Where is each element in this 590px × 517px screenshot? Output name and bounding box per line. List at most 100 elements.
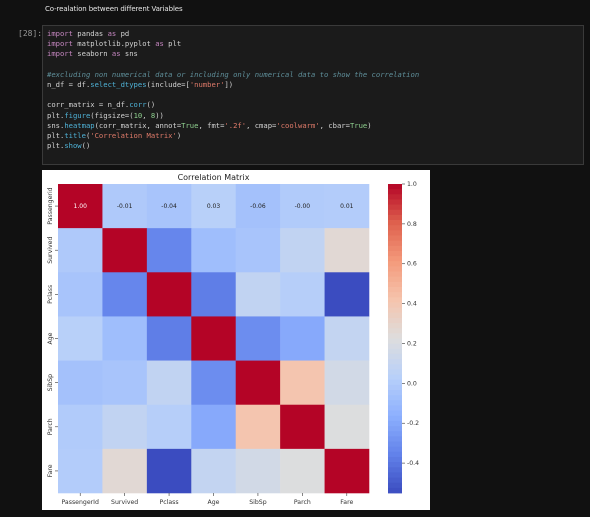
heatmap-cell xyxy=(146,316,192,361)
code-token: , fmt= xyxy=(198,120,225,130)
heatmap-cell xyxy=(102,448,148,494)
colorbar-segment xyxy=(388,395,402,401)
colorbar-segment xyxy=(388,328,402,334)
code-token: import xyxy=(47,39,73,49)
code-token: matplotlib.pyplot xyxy=(72,39,156,49)
y-tick-label: Passengerid xyxy=(47,187,54,224)
colorbar-tick-label: 0.8 xyxy=(407,221,417,228)
colorbar-segment xyxy=(388,199,402,205)
heatmap-cell xyxy=(280,228,325,273)
code-token: as xyxy=(155,39,164,49)
colorbar-segment xyxy=(388,390,402,396)
code-line: plt.title('Correlation Matrix') xyxy=(47,131,181,140)
heatmap-cell xyxy=(191,272,237,317)
code-token: plt. xyxy=(47,131,65,141)
x-tick-label: Parch xyxy=(294,499,311,506)
colorbar-segment xyxy=(388,343,402,350)
heatmap-cell xyxy=(191,404,237,450)
code-token: () xyxy=(81,141,91,151)
colorbar-segment xyxy=(388,307,402,314)
colorbar-segment xyxy=(388,194,402,200)
heatmap-cell xyxy=(235,448,281,494)
code-token: ]) xyxy=(224,80,234,90)
colorbar-segment xyxy=(388,415,402,422)
code-token: )) xyxy=(155,110,164,120)
colorbar-tick-label: 0.2 xyxy=(407,340,417,347)
code-token: as xyxy=(107,29,117,38)
heatmap-cell xyxy=(280,272,325,317)
code-token: 'coolwarm' xyxy=(276,120,320,130)
code-token: 10 xyxy=(133,110,143,120)
heatmap-cell xyxy=(280,448,325,494)
heatmap-cell xyxy=(58,272,103,317)
colorbar-segment xyxy=(388,487,402,494)
colorbar-segment xyxy=(388,271,402,278)
x-tick-label: Age xyxy=(208,499,220,506)
code-token: 'Correlation Matrix' xyxy=(90,131,177,141)
colorbar-segment xyxy=(388,441,402,448)
y-tick-label: Age xyxy=(47,332,54,344)
heatmap-cell xyxy=(324,404,370,450)
code-line: import matplotlib.pyplot as plt xyxy=(47,39,181,48)
x-tick-label: PassengerId xyxy=(61,499,99,506)
colorbar-segment xyxy=(388,209,402,216)
heatmap-cell xyxy=(146,360,192,406)
code-line: n_df = df.select_dtypes(include=['number… xyxy=(47,80,233,89)
code-token: figure xyxy=(64,110,91,120)
heatmap-cell xyxy=(58,404,103,450)
colorbar-segment xyxy=(388,204,402,211)
colorbar-tick-label: -0.4 xyxy=(407,460,419,467)
chart-title: Correlation Matrix xyxy=(178,173,250,182)
heatmap-cell xyxy=(191,448,237,494)
colorbar-segment xyxy=(388,364,402,370)
correlation-heatmap-figure: Correlation Matrix 1.00 -0.01 -0.04 0.03 -0.0… xyxy=(42,170,430,510)
heatmap-cell xyxy=(58,360,103,406)
code-token: pd xyxy=(116,29,130,38)
code-token: n_df = df. xyxy=(47,80,91,90)
code-cell[interactable]: import pandas as pd import matplotlib.py… xyxy=(42,25,584,165)
heatmap-cell xyxy=(235,316,281,361)
code-token: () xyxy=(146,100,156,110)
heatmap-cell xyxy=(280,360,325,406)
code-token: corr_matrix = n_df. xyxy=(47,100,130,110)
colorbar-segment xyxy=(388,297,402,303)
code-token: plt. xyxy=(47,141,65,151)
y-tick-label: Survived xyxy=(47,237,54,264)
heatmap-cell xyxy=(324,360,370,406)
colorbar-segment xyxy=(388,256,402,262)
colorbar-segment xyxy=(388,214,402,221)
code-line: sns.heatmap(corr_matrix, annot=True, fmt… xyxy=(47,121,372,130)
heatmap-cell xyxy=(146,448,192,494)
heatmap-cell xyxy=(280,316,325,361)
code-token: , xyxy=(142,110,151,120)
code-line: plt.show() xyxy=(47,141,90,150)
cell-annotation: 0.01 xyxy=(340,203,354,210)
colorbar-segment xyxy=(388,420,402,427)
colorbar-segment xyxy=(388,384,402,391)
code-token: , cbar= xyxy=(319,120,350,130)
code-token: heatmap xyxy=(64,120,95,130)
colorbar-segment xyxy=(388,482,402,489)
code-token: corr xyxy=(129,100,147,110)
code-token: (figsize=( xyxy=(90,110,134,120)
cell-prompt: [28]: xyxy=(18,29,43,38)
code-token: plt. xyxy=(47,110,65,120)
x-tick-label: Pclass xyxy=(160,499,179,506)
colorbar-segment xyxy=(388,431,402,437)
colorbar-segment xyxy=(388,302,402,308)
heatmap-cell xyxy=(102,316,148,361)
colorbar-segment xyxy=(388,374,402,381)
heatmap-cell xyxy=(324,228,370,273)
heatmap-cell xyxy=(280,404,325,450)
heatmap-cell xyxy=(102,404,148,450)
section-heading: Co-realation between different Variables xyxy=(45,5,183,13)
colorbar-segment xyxy=(388,359,402,365)
x-tick-label: Survived xyxy=(111,499,138,506)
colorbar-tick-label: 1.0 xyxy=(407,181,417,188)
colorbar-segment xyxy=(388,353,402,360)
heatmap-cell xyxy=(58,448,103,494)
code-token: True xyxy=(181,120,199,130)
code-editor[interactable]: import pandas as pd import matplotlib.py… xyxy=(47,29,419,151)
colorbar-segment xyxy=(388,369,402,375)
colorbar-segment xyxy=(388,189,402,195)
